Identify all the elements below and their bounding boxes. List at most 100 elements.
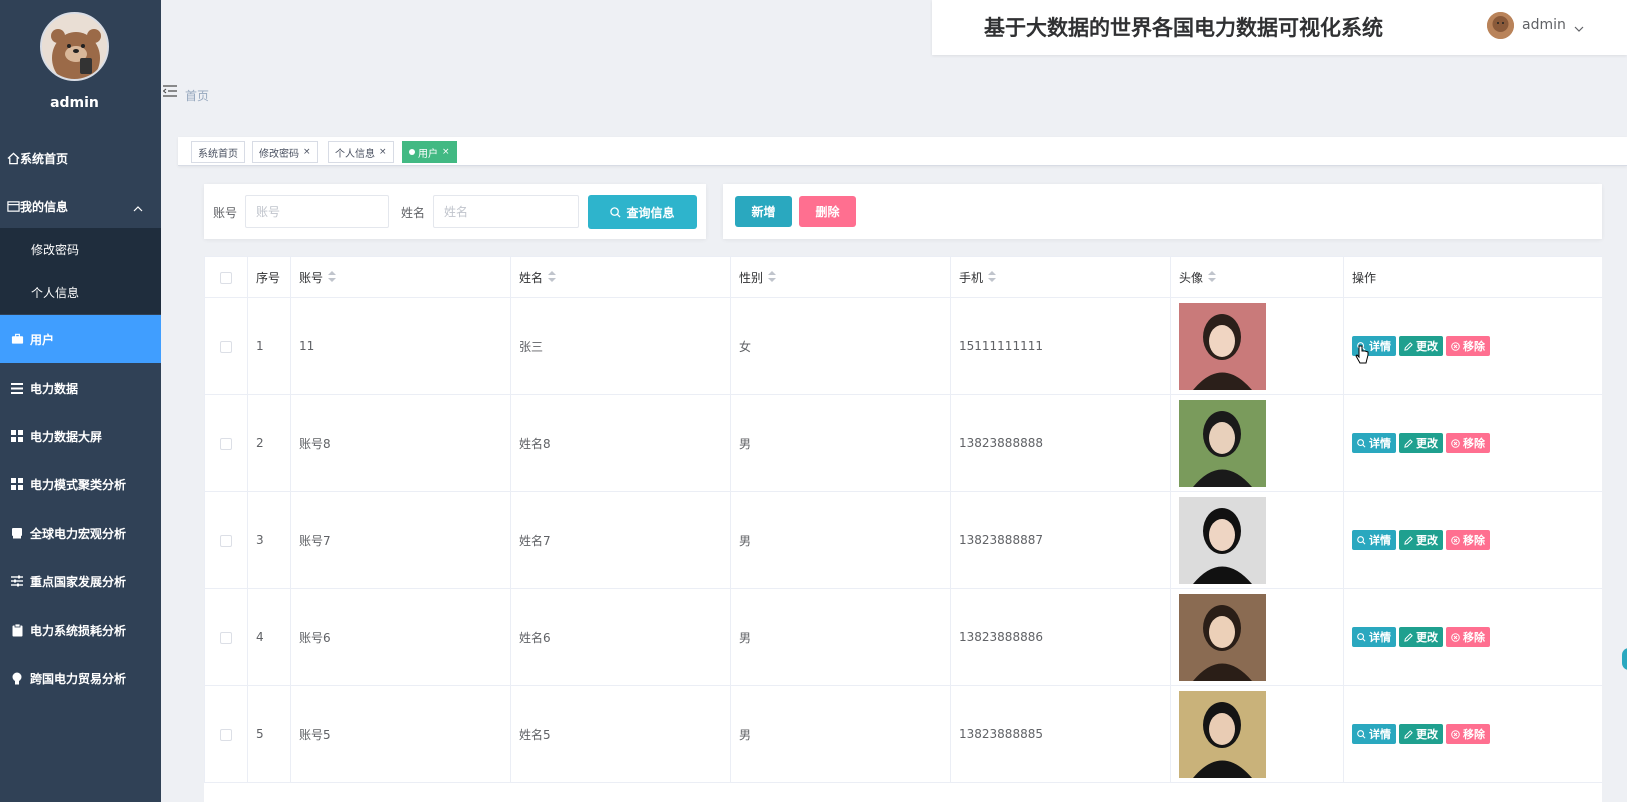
- column-header-avatar[interactable]: 头像: [1170, 256, 1344, 298]
- mouse-cursor-icon: [1355, 345, 1369, 369]
- detail-button[interactable]: 详情: [1352, 530, 1396, 550]
- user-photo[interactable]: [1179, 302, 1266, 390]
- cell-actions: 详情 更改 移除: [1343, 588, 1602, 686]
- tag-label: 个人信息: [335, 148, 375, 160]
- floating-helper-button[interactable]: [1622, 648, 1627, 670]
- edit-button[interactable]: 更改: [1399, 336, 1443, 356]
- column-header-phone[interactable]: 手机: [950, 256, 1171, 298]
- remove-button[interactable]: 移除: [1446, 433, 1490, 453]
- column-header-account[interactable]: 账号: [290, 256, 511, 298]
- sidebar-item-label: 电力模式聚类分析: [30, 477, 127, 492]
- sidebar-item-global-macro[interactable]: 全球电力宏观分析: [0, 509, 161, 557]
- user-photo[interactable]: [1179, 496, 1266, 584]
- close-icon[interactable]: ×: [303, 147, 311, 157]
- clipboard-icon: [10, 623, 24, 637]
- user-photo[interactable]: [1179, 399, 1266, 487]
- column-header-name[interactable]: 姓名: [510, 256, 731, 298]
- menu-toggle-icon[interactable]: [162, 82, 177, 97]
- edit-button[interactable]: 更改: [1399, 724, 1443, 744]
- sort-icon[interactable]: [1208, 271, 1217, 285]
- sidebar-item-users[interactable]: 用户: [0, 315, 161, 363]
- sidebar-item-loss-analysis[interactable]: 电力系统损耗分析: [0, 606, 161, 654]
- pencil-icon: [1404, 535, 1413, 545]
- cell-gender: 男: [730, 491, 951, 589]
- add-button[interactable]: 新增: [735, 196, 792, 227]
- row-checkbox[interactable]: [220, 340, 232, 353]
- row-checkbox[interactable]: [220, 437, 232, 450]
- grid-icon: [10, 429, 24, 443]
- close-icon[interactable]: ×: [379, 147, 387, 157]
- sidebar-item-trade-analysis[interactable]: 跨国电力贸易分析: [0, 654, 161, 702]
- cell-actions: 详情 更改 移除: [1343, 297, 1602, 395]
- table-row: 3 账号7 姓名7 男 13823888887 详情 更改 移除: [204, 491, 1602, 589]
- close-circle-icon: [1451, 438, 1460, 448]
- close-icon[interactable]: ×: [442, 147, 450, 157]
- detail-button[interactable]: 详情: [1352, 433, 1396, 453]
- row-checkbox[interactable]: [220, 728, 232, 741]
- sidebar-item-label: 用户: [30, 332, 55, 347]
- cell-avatar: [1170, 394, 1344, 492]
- tag-personal-info[interactable]: 个人信息 ×: [328, 141, 394, 163]
- sort-icon[interactable]: [988, 271, 997, 285]
- sidebar-subitem-personal-info[interactable]: 个人信息: [0, 271, 161, 314]
- remove-button[interactable]: 移除: [1446, 627, 1490, 647]
- detail-button[interactable]: 详情: [1352, 724, 1396, 744]
- chevron-down-icon[interactable]: [1574, 17, 1584, 36]
- sidebar-username: admin: [50, 95, 99, 111]
- header-avatar[interactable]: [1487, 12, 1514, 39]
- edit-label: 更改: [1416, 340, 1438, 353]
- column-label: 性别: [739, 270, 764, 285]
- sort-icon[interactable]: [548, 271, 557, 285]
- account-search-input[interactable]: [245, 195, 389, 228]
- user-photo[interactable]: [1179, 593, 1266, 681]
- name-search-input[interactable]: [433, 195, 579, 228]
- remove-button[interactable]: 移除: [1446, 530, 1490, 550]
- cell-avatar: [1170, 297, 1344, 395]
- select-all-checkbox[interactable]: [220, 271, 232, 284]
- edit-button[interactable]: 更改: [1399, 530, 1443, 550]
- tag-home[interactable]: 系统首页: [191, 141, 245, 163]
- table-row: 1 11 张三 女 15111111111 详情 更改 移除: [204, 297, 1602, 395]
- row-checkbox[interactable]: [220, 534, 232, 547]
- remove-button[interactable]: 移除: [1446, 336, 1490, 356]
- remove-label: 移除: [1463, 534, 1485, 547]
- remove-button[interactable]: 移除: [1446, 724, 1490, 744]
- edit-button[interactable]: 更改: [1399, 433, 1443, 453]
- edit-button[interactable]: 更改: [1399, 627, 1443, 647]
- name-label: 姓名: [401, 206, 426, 220]
- printer-icon: [10, 526, 24, 540]
- search-icon: [1357, 729, 1366, 738]
- sidebar-item-my-info[interactable]: 我的信息: [0, 182, 161, 230]
- sidebar-item-country-dev[interactable]: 重点国家发展分析: [0, 557, 161, 605]
- cell-name: 姓名5: [510, 685, 731, 783]
- header-username[interactable]: admin: [1522, 17, 1566, 33]
- close-circle-icon: [1451, 632, 1460, 642]
- close-circle-icon: [1451, 535, 1460, 545]
- sidebar-item-power-data[interactable]: 电力数据: [0, 364, 161, 412]
- cell-index: 2: [247, 394, 291, 492]
- column-header-gender[interactable]: 性别: [730, 256, 951, 298]
- tag-change-password[interactable]: 修改密码 ×: [252, 141, 318, 163]
- cell-gender: 女: [730, 297, 951, 395]
- detail-label: 详情: [1369, 534, 1391, 547]
- query-button[interactable]: 查询信息: [588, 195, 697, 229]
- sort-icon[interactable]: [768, 271, 777, 285]
- sidebar-item-cluster-analysis[interactable]: 电力模式聚类分析: [0, 460, 161, 508]
- action-panel: 新增 删除: [723, 184, 1602, 239]
- sidebar-item-power-screen[interactable]: 电力数据大屏: [0, 412, 161, 460]
- tag-users[interactable]: 用户 ×: [402, 141, 457, 163]
- sidebar-item-home[interactable]: 系统首页: [0, 134, 161, 182]
- delete-button[interactable]: 删除: [799, 196, 856, 227]
- user-photo[interactable]: [1179, 690, 1266, 778]
- cell-name: 姓名6: [510, 588, 731, 686]
- query-button-label: 查询信息: [626, 205, 675, 220]
- breadcrumb[interactable]: 首页: [185, 87, 209, 104]
- cell-gender: 男: [730, 685, 951, 783]
- column-label: 手机: [959, 270, 984, 285]
- sort-icon[interactable]: [328, 271, 337, 285]
- row-select-cell: [204, 491, 248, 589]
- detail-button[interactable]: 详情: [1352, 627, 1396, 647]
- sidebar-subitem-change-password[interactable]: 修改密码: [0, 228, 161, 271]
- row-select-cell: [204, 685, 248, 783]
- row-checkbox[interactable]: [220, 631, 232, 644]
